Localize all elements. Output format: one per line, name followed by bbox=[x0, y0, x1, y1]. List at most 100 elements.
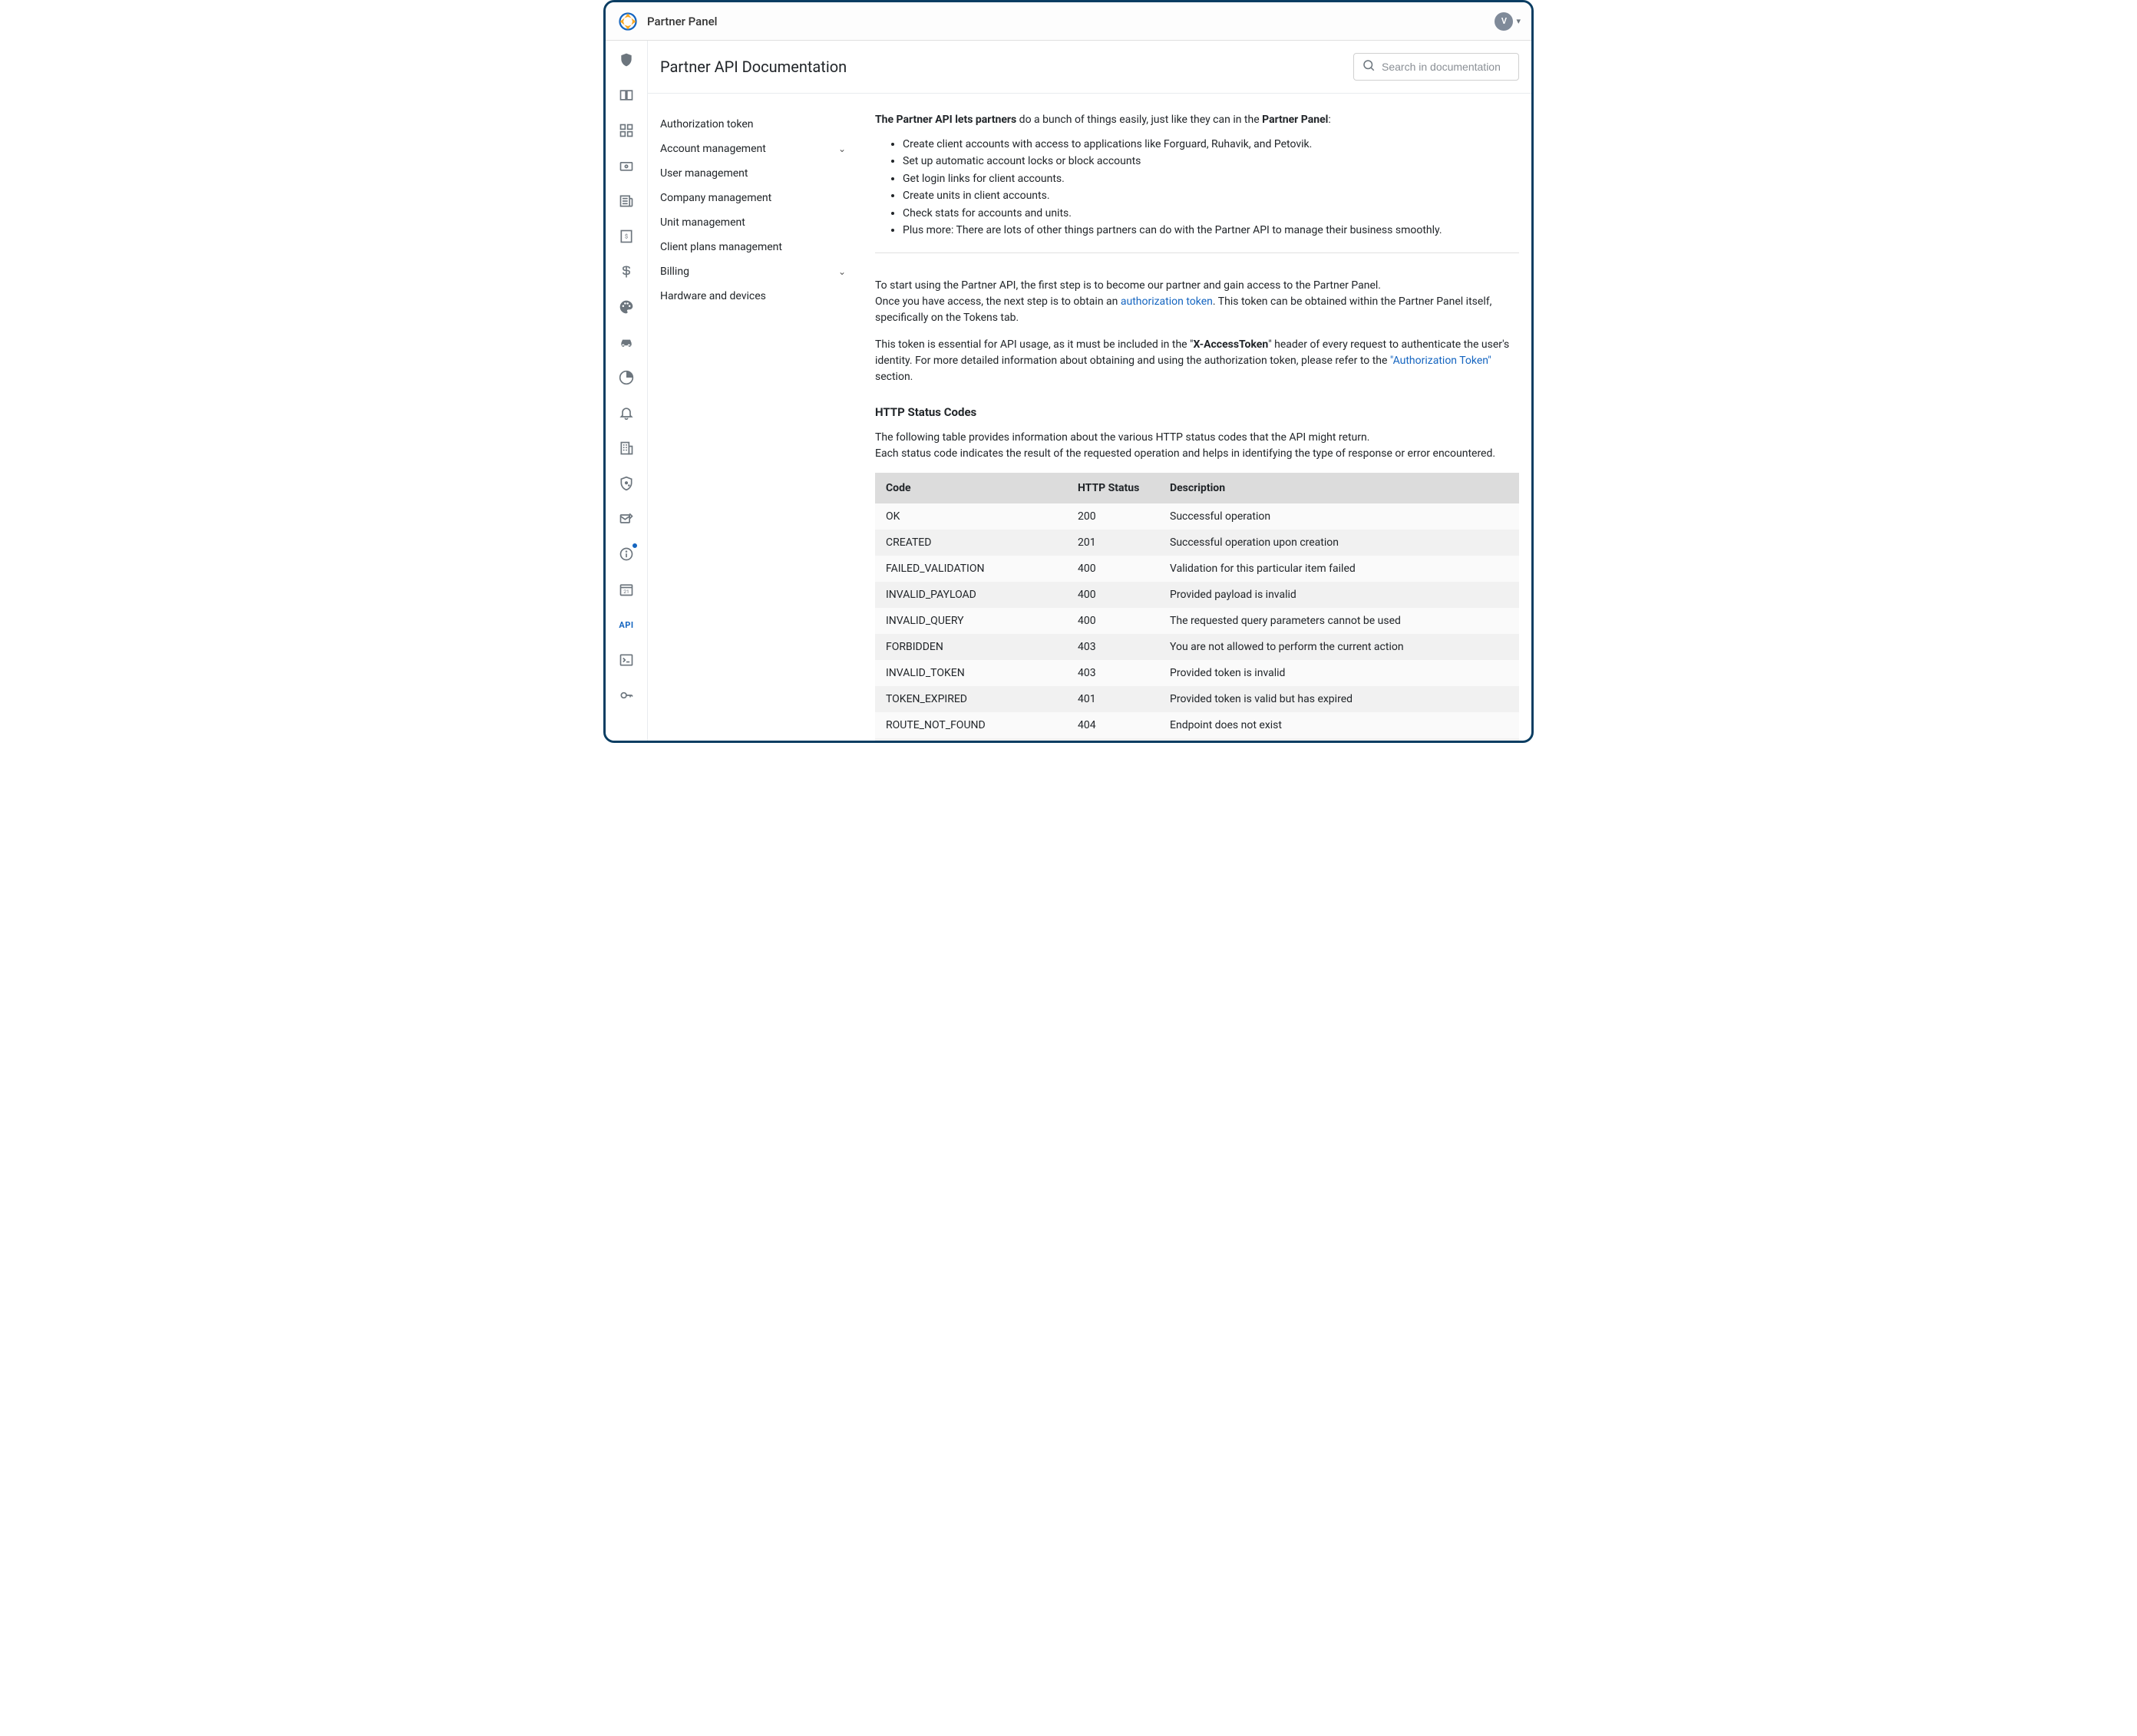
brand-logo-icon bbox=[616, 10, 639, 33]
cell-code: INVALID_QUERY bbox=[875, 608, 1067, 634]
cell-status: 404 bbox=[1067, 712, 1159, 738]
nav-item-dollar[interactable] bbox=[616, 262, 636, 282]
th-status: HTTP Status bbox=[1067, 473, 1159, 503]
cell-code: FAILED_VALIDATION bbox=[875, 556, 1067, 582]
toc-item[interactable]: Unit management bbox=[659, 210, 852, 235]
nav-item-bell[interactable] bbox=[616, 403, 636, 423]
toc-item-label: Company management bbox=[660, 192, 771, 204]
table-row: INVALID_PAYLOAD400Provided payload is in… bbox=[875, 582, 1519, 608]
chevron-down-icon: ⌄ bbox=[838, 266, 846, 277]
cell-status: 400 bbox=[1067, 582, 1159, 608]
cell-desc: Validation for this particular item fail… bbox=[1159, 556, 1519, 582]
cell-desc: Successful operation upon creation bbox=[1159, 530, 1519, 556]
nav-item-shield-gear[interactable] bbox=[616, 474, 636, 493]
cell-code: ROUTE_NOT_FOUND bbox=[875, 712, 1067, 738]
search-input[interactable] bbox=[1382, 61, 1511, 73]
link-auth-token-section[interactable]: "Authorization Token" bbox=[1390, 355, 1491, 367]
toc-item[interactable]: Billing ⌄ bbox=[659, 259, 852, 284]
cell-code: CREATED bbox=[875, 530, 1067, 556]
nav-item-news[interactable] bbox=[616, 191, 636, 211]
nav-item-compose[interactable] bbox=[616, 509, 636, 529]
toc-item[interactable]: Hardware and devices bbox=[659, 284, 852, 309]
cell-code: TOKEN_EXPIRED bbox=[875, 686, 1067, 712]
nav-item-key[interactable] bbox=[616, 685, 636, 705]
table-row: FAILED_VALIDATION400Validation for this … bbox=[875, 556, 1519, 582]
table-row: INVALID_QUERY400The requested query para… bbox=[875, 608, 1519, 634]
nav-item-invoice[interactable]: $ bbox=[616, 226, 636, 246]
cell-code: FORBIDDEN bbox=[875, 634, 1067, 660]
cell-status: 403 bbox=[1067, 634, 1159, 660]
table-row: FORBIDDEN403You are not allowed to perfo… bbox=[875, 634, 1519, 660]
status-desc-2: Each status code indicates the result of… bbox=[875, 446, 1519, 462]
intro-bullet: Get login links for client accounts. bbox=[903, 170, 1519, 187]
nav-item-info[interactable] bbox=[616, 544, 636, 564]
cell-status: 201 bbox=[1067, 530, 1159, 556]
svg-text:$: $ bbox=[625, 233, 628, 240]
toc-item-label: Billing bbox=[660, 266, 689, 278]
notification-dot-icon bbox=[632, 543, 638, 549]
nav-item-shield[interactable] bbox=[616, 50, 636, 70]
intro-bullet: Create units in client accounts. bbox=[903, 187, 1519, 204]
cell-status: 401 bbox=[1067, 686, 1159, 712]
cell-code: OK bbox=[875, 503, 1067, 530]
divider bbox=[875, 252, 1519, 253]
th-code: Code bbox=[875, 473, 1067, 503]
search-icon bbox=[1362, 58, 1382, 75]
toc-item-label: Unit management bbox=[660, 216, 745, 229]
cell-desc: Provided token is invalid bbox=[1159, 660, 1519, 686]
nav-item-date[interactable]: 21 bbox=[616, 579, 636, 599]
cell-status: 403 bbox=[1067, 660, 1159, 686]
page-header: Partner API Documentation bbox=[648, 41, 1531, 94]
nav-item-vehicle[interactable] bbox=[616, 332, 636, 352]
cell-code: INVALID_PAYLOAD bbox=[875, 582, 1067, 608]
cell-status: 400 bbox=[1067, 556, 1159, 582]
chevron-down-icon[interactable]: ▾ bbox=[1516, 16, 1521, 26]
nav-item-api[interactable]: API bbox=[616, 615, 636, 635]
search-box[interactable] bbox=[1353, 53, 1519, 81]
toc-item-label: Hardware and devices bbox=[660, 290, 766, 302]
avatar[interactable]: V bbox=[1495, 12, 1513, 31]
nav-item-terminal[interactable] bbox=[616, 650, 636, 670]
table-row: INVALID_TOKEN403Provided token is invali… bbox=[875, 660, 1519, 686]
topbar: Partner Panel V ▾ bbox=[606, 2, 1531, 41]
nav-item-building[interactable] bbox=[616, 438, 636, 458]
brand-name: Partner Panel bbox=[647, 15, 717, 28]
toc-item[interactable]: Company management bbox=[659, 186, 852, 210]
cell-desc: The requested query parameters cannot be… bbox=[1159, 608, 1519, 634]
link-auth-token[interactable]: authorization token bbox=[1121, 295, 1213, 308]
intro-bullets: Create client accounts with access to ap… bbox=[903, 136, 1519, 239]
intro-lead: The Partner API lets partners do a bunch… bbox=[875, 112, 1519, 128]
nav-item-chart[interactable] bbox=[616, 368, 636, 388]
toc-item[interactable]: Client plans management bbox=[659, 235, 852, 259]
toc-item-label: User management bbox=[660, 167, 748, 180]
cell-code: INVALID_TOKEN bbox=[875, 660, 1067, 686]
nav-item-columns[interactable] bbox=[616, 85, 636, 105]
nav-item-grid[interactable] bbox=[616, 120, 636, 140]
chevron-down-icon: ⌄ bbox=[838, 144, 846, 154]
toc-item[interactable]: Account management ⌄ bbox=[659, 137, 852, 161]
intro-bullet: Plus more: There are lots of other thing… bbox=[903, 222, 1519, 239]
cell-status: 200 bbox=[1067, 503, 1159, 530]
toc-item[interactable]: Authorization token bbox=[659, 112, 852, 137]
status-heading: HTTP Status Codes bbox=[875, 405, 1519, 419]
th-desc: Description bbox=[1159, 473, 1519, 503]
table-row: OK200Successful operation bbox=[875, 503, 1519, 530]
cell-desc: You are not allowed to perform the curre… bbox=[1159, 634, 1519, 660]
toc-item-label: Account management bbox=[660, 143, 766, 155]
cell-code: SERVICE_UNAVAILABLE bbox=[875, 738, 1067, 741]
nav-item-payment[interactable] bbox=[616, 156, 636, 176]
intro-bullet: Create client accounts with access to ap… bbox=[903, 136, 1519, 153]
toc-item[interactable]: User management bbox=[659, 161, 852, 186]
start-paragraph-1: To start using the Partner API, the firs… bbox=[875, 278, 1519, 326]
page-title: Partner API Documentation bbox=[660, 58, 847, 76]
doc-body: The Partner API lets partners do a bunch… bbox=[863, 94, 1531, 741]
svg-text:21: 21 bbox=[623, 589, 629, 595]
cell-desc: Provided payload is invalid bbox=[1159, 582, 1519, 608]
cell-desc: Could not use external service bbox=[1159, 738, 1519, 741]
cell-status: 503 bbox=[1067, 738, 1159, 741]
toc-item-label: Authorization token bbox=[660, 118, 753, 130]
nav-item-palette[interactable] bbox=[616, 297, 636, 317]
table-row: TOKEN_EXPIRED401Provided token is valid … bbox=[875, 686, 1519, 712]
cell-desc: Endpoint does not exist bbox=[1159, 712, 1519, 738]
table-row: SERVICE_UNAVAILABLE503Could not use exte… bbox=[875, 738, 1519, 741]
